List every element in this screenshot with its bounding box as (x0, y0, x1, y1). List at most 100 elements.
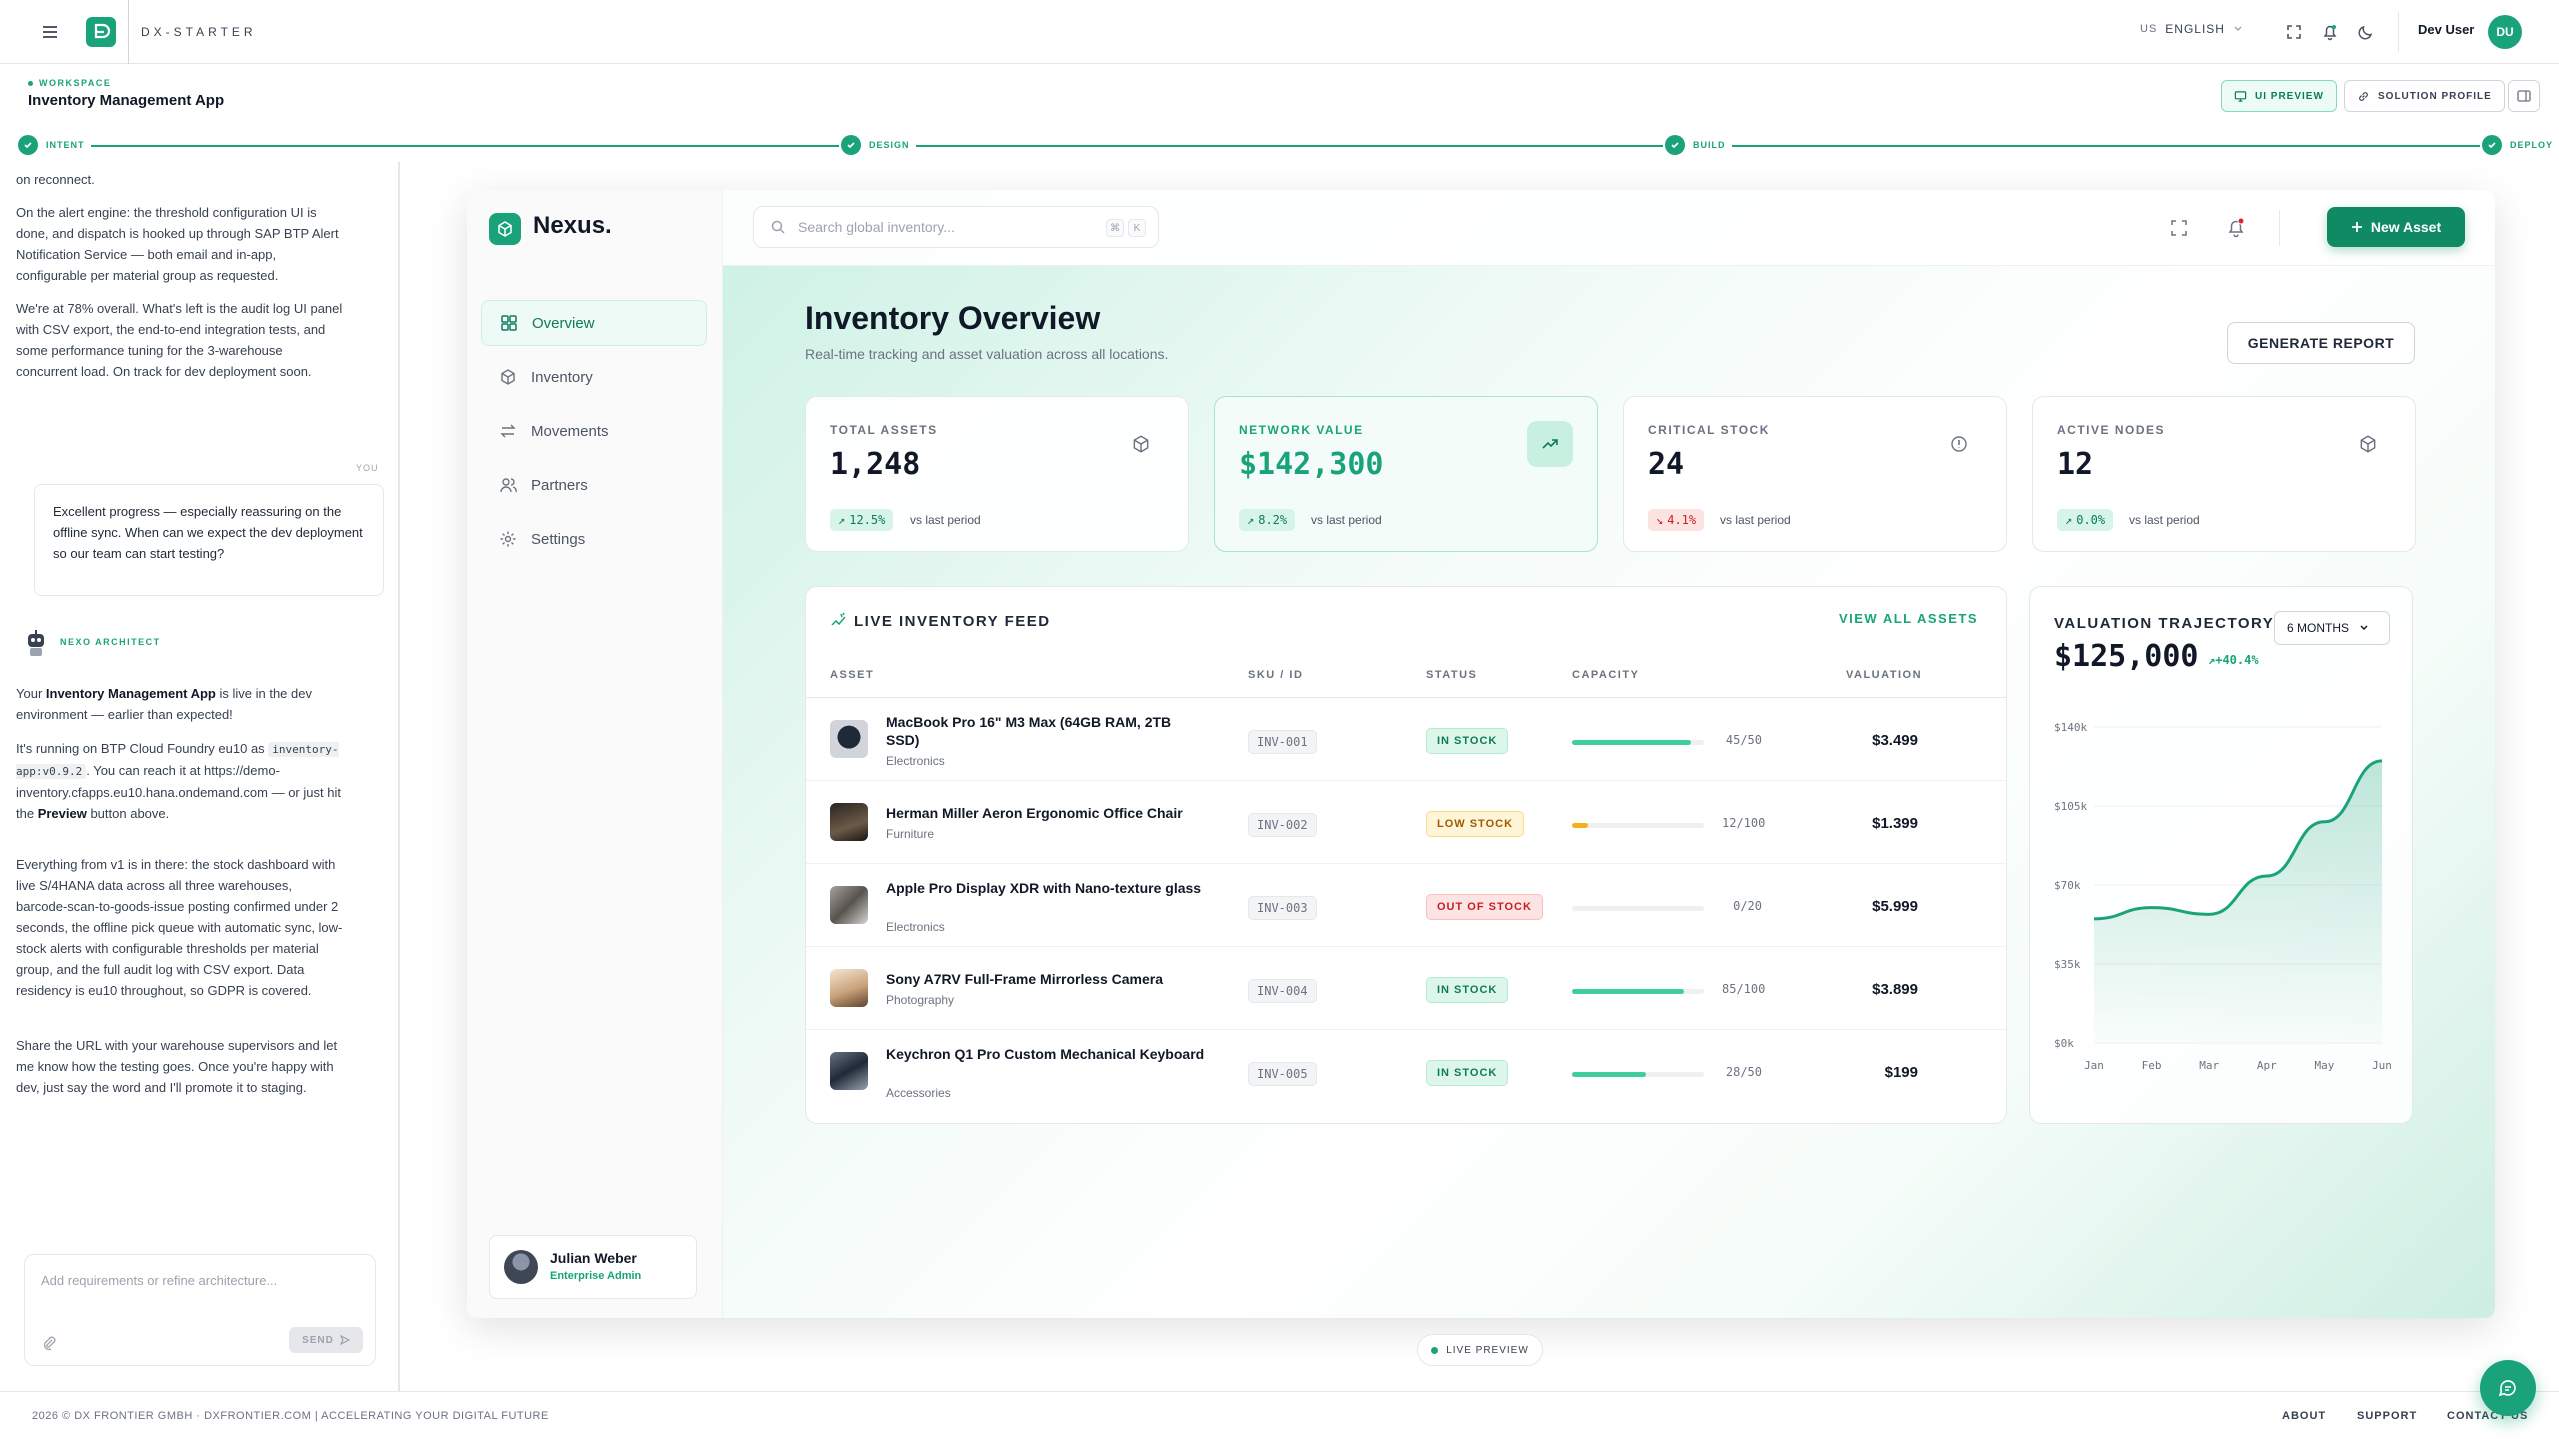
step-design[interactable]: DESIGN (839, 135, 916, 155)
step-build[interactable]: BUILD (1663, 135, 1732, 155)
moon-icon[interactable] (2356, 22, 2376, 42)
user-name: Dev User (2418, 22, 2475, 37)
asset-thumbnail (830, 720, 868, 758)
app-header: Search global inventory... ⌘ K New Asset (723, 190, 2495, 266)
table-row[interactable]: Keychron Q1 Pro Custom Mechanical Keyboa… (806, 1030, 2006, 1113)
kpi-compare: vs last period (910, 513, 981, 527)
chat-message: Share the URL with your warehouse superv… (16, 1038, 338, 1095)
valuation-growth: ↗+40.4% (2208, 653, 2259, 667)
asset-category: Furniture (886, 827, 935, 841)
x-tick-label: Apr (2257, 1059, 2277, 1072)
table-row[interactable]: Apple Pro Display XDR with Nano-texture … (806, 864, 2006, 947)
capacity-bar (1572, 823, 1704, 828)
asset-name: MacBook Pro 16" M3 Max (64GB RAM, 2TB SS… (886, 714, 1172, 748)
send-icon (339, 1335, 350, 1345)
asset-name: Herman Miller Aeron Ergonomic Office Cha… (886, 805, 1183, 821)
status-badge: IN STOCK (1426, 728, 1509, 754)
architect-label: NEXO ARCHITECT (60, 637, 161, 647)
nav-partners[interactable]: Partners (481, 462, 707, 508)
nav-overview[interactable]: Overview (481, 300, 707, 346)
table-row[interactable]: MacBook Pro 16" M3 Max (64GB RAM, 2TB SS… (806, 698, 2006, 781)
asset-name: Keychron Q1 Pro Custom Mechanical Keyboa… (886, 1046, 1205, 1062)
composer[interactable]: Add requirements or refine architecture.… (24, 1254, 376, 1366)
language-select[interactable]: US ENGLISH (2140, 22, 2243, 36)
paperclip-icon[interactable] (41, 1335, 57, 1351)
divider (2279, 210, 2280, 246)
capacity-text: 28/50 (1725, 1065, 1762, 1079)
capacity-fill (1572, 740, 1691, 745)
send-label: SEND (302, 1334, 334, 1346)
menu-icon[interactable] (40, 22, 60, 42)
asset-thumbnail (830, 1052, 868, 1090)
nav-movements[interactable]: Movements (481, 408, 707, 454)
footer-support-link[interactable]: SUPPORT (2357, 1410, 2417, 1422)
expand-icon[interactable] (2169, 218, 2189, 238)
app-brand: Nexus. (533, 212, 612, 239)
valuation: $199 (1884, 1064, 1918, 1081)
user-avatar[interactable]: DU (2488, 15, 2522, 49)
chat-fab-button[interactable] (2480, 1360, 2536, 1416)
app-sidebar: Nexus. Overview Inventory Movements Part… (467, 190, 723, 1318)
search-input[interactable]: Search global inventory... ⌘ K (753, 206, 1159, 248)
cube-icon (2345, 421, 2391, 467)
chat-panel: on reconnect. On the alert engine: the t… (0, 162, 400, 1391)
valuation: $5.999 (1872, 898, 1918, 915)
app-main: Search global inventory... ⌘ K New Asset… (723, 190, 2495, 1318)
chat-message: On the alert engine: the threshold confi… (16, 205, 339, 283)
arrow-up-right-icon: ↗ (838, 513, 846, 527)
feed-title: LIVE INVENTORY FEED (854, 613, 1051, 630)
grid-icon (501, 315, 517, 331)
ui-preview-button[interactable]: UI PREVIEW (2221, 80, 2337, 112)
view-all-link[interactable]: VIEW ALL ASSETS (1839, 611, 1978, 626)
arrow-down-right-icon: ↘ (1656, 513, 1664, 527)
status-badge: IN STOCK (1426, 1060, 1509, 1086)
new-asset-button[interactable]: New Asset (2327, 207, 2465, 247)
solution-profile-label: SOLUTION PROFILE (2378, 90, 2492, 102)
chat-input[interactable]: Add requirements or refine architecture.… (41, 1273, 277, 1288)
table-row[interactable]: Sony A7RV Full-Frame Mirrorless Camera P… (806, 947, 2006, 1030)
divider (2398, 12, 2399, 52)
chat-message: It's running on BTP Cloud Foundry eu10 a… (16, 741, 341, 821)
range-select[interactable]: 6 MONTHS (2274, 611, 2390, 645)
col-header: CAPACITY (1572, 669, 1640, 681)
kpi-label: NETWORK VALUE (1239, 423, 1364, 437)
capacity-text: 45/50 (1725, 733, 1762, 747)
kpi-value: $142,300 (1239, 447, 1384, 482)
sku-badge: INV-003 (1248, 896, 1317, 920)
alert-circle-icon (1936, 421, 1982, 467)
asset-category: Accessories (886, 1086, 951, 1100)
panel-toggle-button[interactable] (2508, 80, 2540, 112)
brand-logo (86, 17, 116, 47)
table-row[interactable]: Herman Miller Aeron Ergonomic Office Cha… (806, 781, 2006, 864)
notification-bell-icon[interactable] (2225, 216, 2247, 238)
nav-inventory[interactable]: Inventory (481, 354, 707, 400)
footer-copyright: 2026 © DX FRONTIER GMBH · DXFRONTIER.COM… (32, 1410, 549, 1422)
capacity-text: 85/100 (1722, 982, 1766, 996)
kpi-compare: vs last period (1311, 513, 1382, 527)
fullscreen-icon[interactable] (2284, 22, 2304, 42)
footer-about-link[interactable]: ABOUT (2282, 1410, 2326, 1422)
generate-report-button[interactable]: GENERATE REPORT (2227, 322, 2415, 364)
y-tick-label: $0k (2054, 1037, 2074, 1050)
bell-icon[interactable] (2320, 22, 2340, 42)
step-deploy[interactable]: DEPLOY (2480, 135, 2559, 155)
ui-preview-label: UI PREVIEW (2255, 90, 2324, 102)
step-label: INTENT (46, 140, 85, 150)
send-button[interactable]: SEND (289, 1327, 363, 1353)
kpi-value: 1,248 (830, 447, 921, 482)
nav-settings[interactable]: Settings (481, 516, 707, 562)
stepper-line (24, 145, 2534, 147)
sidebar-icon (2517, 90, 2531, 102)
cube-logo-icon (489, 213, 521, 245)
valuation-total: $125,000 (2054, 639, 2199, 674)
user-message: Excellent progress — especially reassuri… (34, 484, 384, 596)
nav-label: Overview (532, 314, 595, 332)
step-intent[interactable]: INTENT (18, 135, 91, 155)
y-tick-label: $35k (2054, 958, 2081, 971)
check-icon (2482, 135, 2502, 155)
cube-icon (1118, 421, 1164, 467)
profile-card[interactable]: Julian Weber Enterprise Admin (489, 1235, 697, 1299)
arrows-icon (500, 424, 516, 438)
asset-thumbnail (830, 969, 868, 1007)
solution-profile-button[interactable]: SOLUTION PROFILE (2344, 80, 2505, 112)
